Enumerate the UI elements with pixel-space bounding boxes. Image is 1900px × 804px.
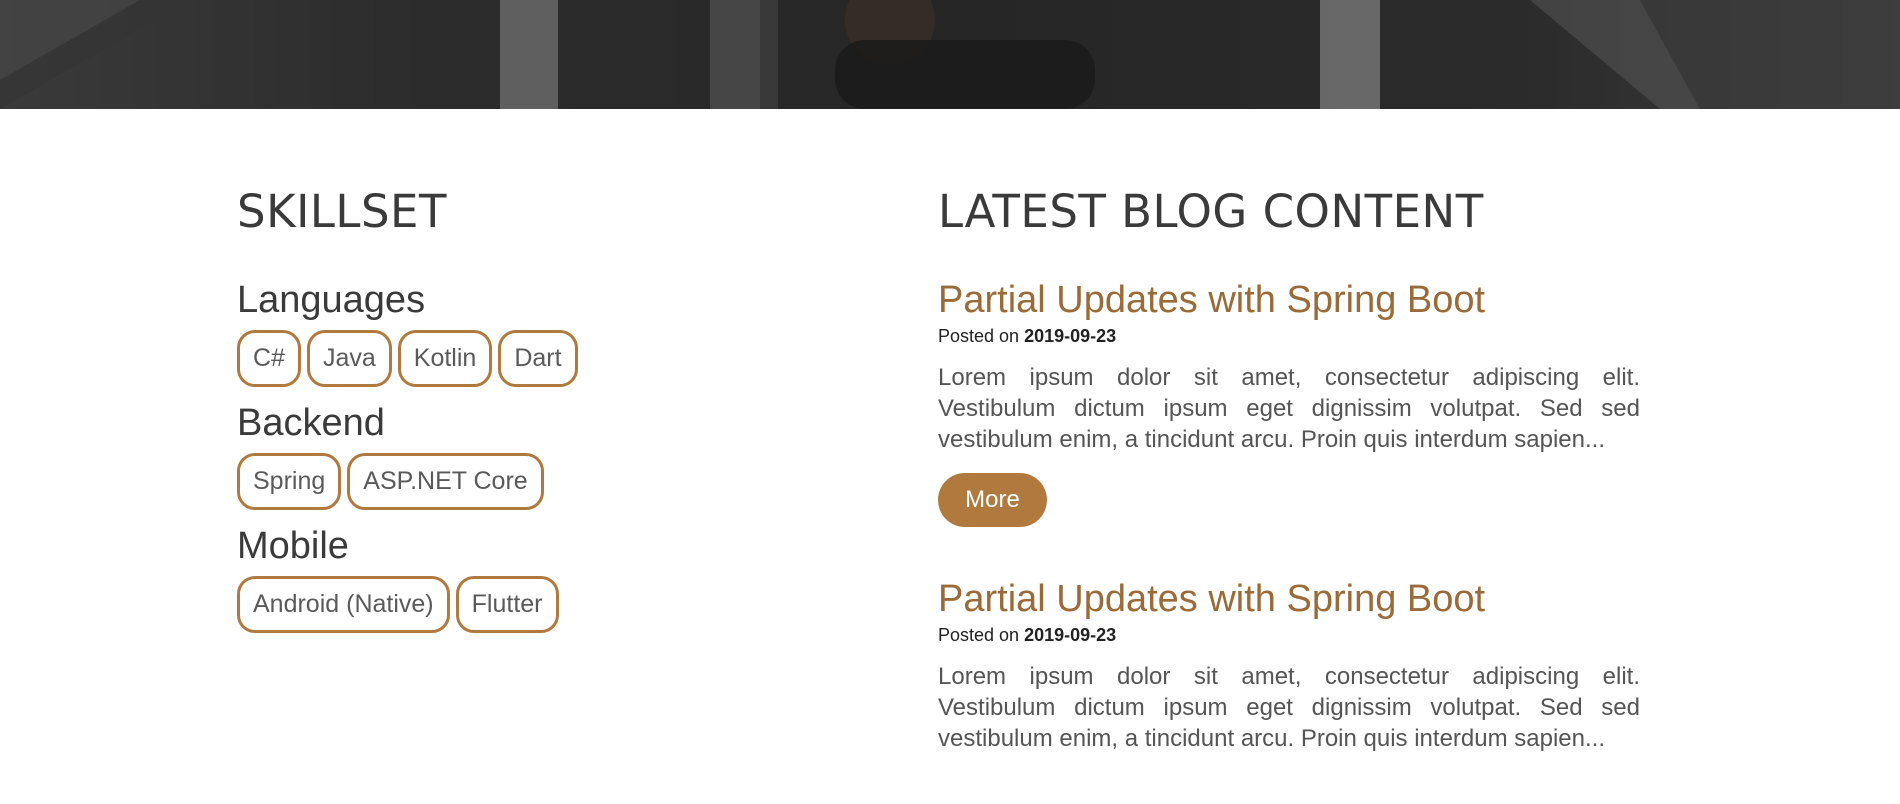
post-meta: Posted on 2019-09-23 [938,623,1640,647]
skill-pill-list: Android (Native) Flutter [237,576,837,633]
skill-group-title: Mobile [237,525,349,567]
skill-pill-list: C# Java Kotlin Dart [237,330,837,387]
blog-post-title-link[interactable]: Partial Updates with Spring Boot [938,577,1485,621]
skill-pill: Dart [498,330,578,387]
skillset-section: SKILLSET Languages C# Java Kotlin Dart B… [237,189,837,647]
skill-pill: Kotlin [397,330,493,387]
posted-on-label: Posted on [938,326,1020,346]
skill-group-title: Languages [237,279,426,321]
latest-blog-section: LATEST BLOG CONTENT Partial Updates with… [938,189,1640,804]
skill-groups: Languages C# Java Kotlin Dart Backend Sp… [237,278,837,633]
skill-pill: Java [306,330,392,387]
post-excerpt: Lorem ipsum dolor sit amet, consectetur … [938,663,1640,752]
blog-post: Partial Updates with Spring Boot Posted … [938,577,1640,754]
skill-group-title: Backend [237,402,385,444]
post-meta: Posted on 2019-09-23 [938,324,1640,348]
skill-pill: C# [237,330,301,387]
post-date: 2019-09-23 [1024,326,1117,346]
blog-heading: LATEST BLOG CONTENT [938,185,1484,238]
posted-on-label: Posted on [938,625,1020,645]
hero-photo [0,0,1900,109]
skill-pill: Spring [237,453,342,510]
more-button[interactable]: More [938,473,1047,527]
skill-group-backend: Backend Spring ASP.NET Core [237,401,837,510]
skill-group-languages: Languages C# Java Kotlin Dart [237,278,837,387]
skill-pill: Android (Native) [237,576,450,633]
blog-post-list: Partial Updates with Spring Boot Posted … [938,278,1640,754]
blog-post-title-link[interactable]: Partial Updates with Spring Boot [938,278,1485,322]
skillset-heading: SKILLSET [237,185,447,238]
skill-pill: Flutter [455,576,559,633]
skill-pill: ASP.NET Core [347,453,544,510]
blog-post: Partial Updates with Spring Boot Posted … [938,278,1640,527]
skill-group-mobile: Mobile Android (Native) Flutter [237,524,837,633]
post-date: 2019-09-23 [1024,625,1117,645]
post-excerpt: Lorem ipsum dolor sit amet, consectetur … [938,364,1640,453]
skill-pill-list: Spring ASP.NET Core [237,453,837,510]
hero-banner-image [0,0,1900,109]
